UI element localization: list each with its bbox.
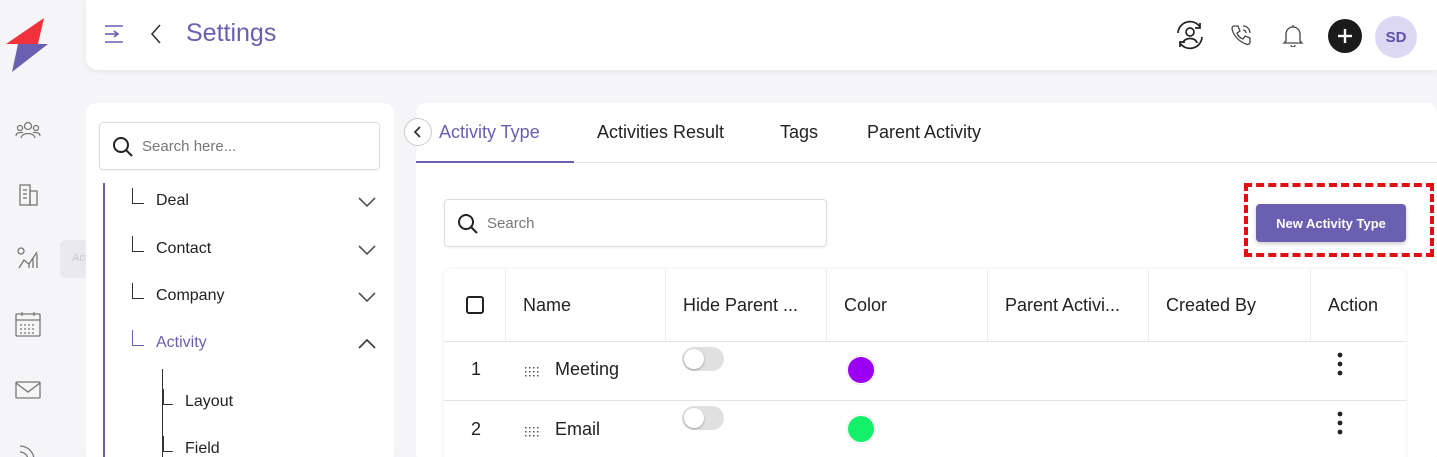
back-arrow-icon[interactable] bbox=[148, 22, 164, 46]
page-title: Settings bbox=[186, 19, 277, 47]
activity-type-table: Name Hide Parent ... Color Parent Activi… bbox=[444, 269, 1406, 457]
table-row[interactable]: 2 Email bbox=[444, 401, 1406, 457]
top-header: Settings SD bbox=[86, 0, 1437, 70]
phone-icon[interactable] bbox=[1224, 18, 1258, 52]
tree-item-contact[interactable]: Contact bbox=[126, 236, 386, 276]
color-swatch bbox=[847, 415, 875, 443]
column-header-action: Action bbox=[1328, 295, 1379, 315]
new-activity-type-button[interactable]: New Activity Type bbox=[1256, 204, 1406, 242]
chevron-down-icon[interactable] bbox=[357, 240, 377, 260]
tab-activities-result[interactable]: Activities Result bbox=[597, 103, 724, 163]
tree-item-deal[interactable]: Deal bbox=[126, 188, 386, 228]
add-button[interactable] bbox=[1328, 19, 1362, 53]
tree-item-label: Activity bbox=[156, 334, 207, 351]
activity-search-input[interactable] bbox=[487, 212, 807, 234]
tab-tags[interactable]: Tags bbox=[780, 103, 818, 163]
activity-search-box[interactable] bbox=[444, 199, 827, 247]
app-logo[interactable] bbox=[4, 14, 50, 74]
select-all-cell bbox=[444, 269, 506, 342]
chevron-down-icon[interactable] bbox=[357, 287, 377, 307]
chevron-up-icon[interactable] bbox=[357, 334, 377, 354]
chevron-left-icon bbox=[413, 126, 421, 138]
building-icon[interactable] bbox=[14, 180, 42, 208]
row-name: Email bbox=[555, 419, 601, 439]
chevron-down-icon[interactable] bbox=[357, 192, 377, 212]
tab-parent-activity[interactable]: Parent Activity bbox=[867, 103, 981, 163]
bell-icon[interactable] bbox=[1276, 18, 1310, 52]
kebab-menu-icon[interactable] bbox=[1337, 411, 1343, 435]
tree-item-activity[interactable]: Activity bbox=[126, 330, 386, 370]
collapse-panel-button[interactable] bbox=[404, 118, 432, 146]
menu-toggle-icon[interactable] bbox=[104, 22, 126, 46]
search-icon bbox=[458, 214, 478, 234]
row-index: 1 bbox=[471, 359, 482, 379]
column-header-color[interactable]: Color bbox=[827, 269, 988, 342]
hide-parent-toggle[interactable] bbox=[682, 347, 724, 371]
drag-handle-icon[interactable] bbox=[524, 364, 540, 378]
settings-tree-panel: Deal Contact Company Activity Layout Fie… bbox=[86, 103, 394, 457]
tab-bar: Activity Type Activities Result Tags Par… bbox=[416, 103, 1437, 163]
column-header-name[interactable]: Name bbox=[506, 269, 666, 342]
row-name: Meeting bbox=[555, 359, 620, 379]
icon-rail: Activities bbox=[0, 0, 144, 457]
select-all-checkbox[interactable] bbox=[466, 296, 484, 314]
tree-subitem-label: Layout bbox=[185, 393, 234, 410]
drag-handle-icon[interactable] bbox=[524, 424, 540, 438]
column-header-created-by[interactable]: Created By bbox=[1149, 269, 1311, 342]
kebab-menu-icon[interactable] bbox=[1337, 352, 1343, 376]
tree-search-input[interactable] bbox=[142, 135, 362, 157]
tree-subitem-field[interactable]: Field bbox=[159, 436, 359, 457]
tree-item-label: Deal bbox=[156, 192, 189, 209]
column-header-parent-activity[interactable]: Parent Activi... bbox=[988, 269, 1149, 342]
tree-connector-line bbox=[103, 183, 105, 457]
tab-activity-type[interactable]: Activity Type bbox=[416, 103, 574, 163]
calendar-icon[interactable] bbox=[14, 310, 42, 338]
column-header-hide-parent[interactable]: Hide Parent ... bbox=[666, 269, 827, 342]
color-swatch bbox=[847, 356, 875, 384]
table-row[interactable]: 1 Meeting bbox=[444, 342, 1406, 401]
mail-icon[interactable] bbox=[14, 376, 42, 404]
search-icon bbox=[113, 137, 133, 157]
tree-item-label: Contact bbox=[156, 240, 212, 257]
tree-search-box[interactable] bbox=[99, 122, 380, 170]
plus-icon bbox=[1338, 29, 1352, 43]
tree-item-company[interactable]: Company bbox=[126, 283, 386, 323]
row-index: 2 bbox=[471, 419, 482, 439]
table-header: Name Hide Parent ... Color Parent Activi… bbox=[444, 269, 1406, 342]
hide-parent-toggle[interactable] bbox=[682, 406, 724, 430]
activity-chart-icon[interactable] bbox=[14, 244, 42, 272]
tree-item-label: Company bbox=[156, 287, 225, 304]
main-panel: Activity Type Activities Result Tags Par… bbox=[416, 103, 1437, 457]
tree-subitem-layout[interactable]: Layout bbox=[159, 389, 359, 429]
user-sync-icon[interactable] bbox=[1173, 18, 1207, 52]
tree-subitem-label: Field bbox=[185, 440, 220, 457]
avatar[interactable]: SD bbox=[1375, 16, 1417, 58]
rss-icon[interactable] bbox=[14, 438, 42, 457]
contacts-icon[interactable] bbox=[14, 116, 42, 144]
